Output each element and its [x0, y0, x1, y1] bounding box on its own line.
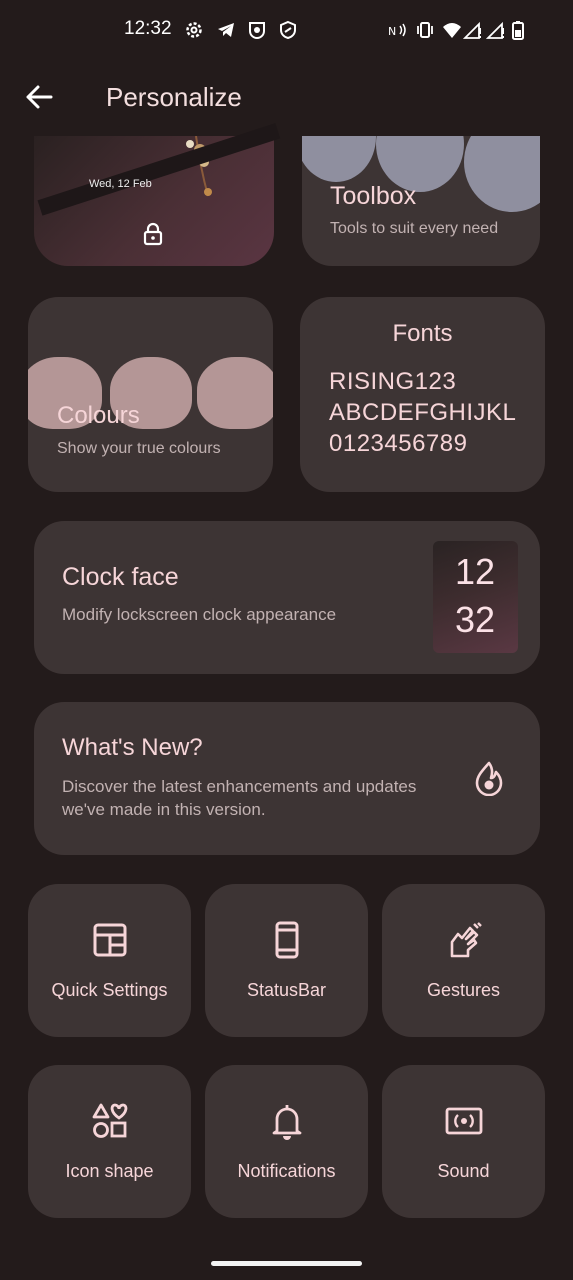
gesture-navigation-bar[interactable]	[211, 1261, 362, 1266]
clock-preview-minute: 32	[455, 599, 496, 640]
tile-label: Icon shape	[65, 1161, 154, 1181]
fonts-sample-line: RISING123	[329, 368, 457, 395]
toolbox-shape	[464, 136, 540, 212]
telegram-icon	[218, 23, 234, 37]
shield-icon	[280, 20, 296, 40]
app-icon	[249, 22, 265, 39]
phone-icon	[275, 921, 299, 959]
status-time: 12:32	[124, 18, 172, 39]
quick-settings-icon	[93, 923, 127, 957]
clock-preview-hour: 12	[455, 551, 496, 592]
colours-title: Colours	[57, 402, 140, 429]
vibrate-icon	[417, 22, 433, 38]
fonts-sample-line: 0123456789	[329, 430, 468, 457]
clock-face-title: Clock face	[62, 563, 179, 591]
toolbox-shape	[302, 136, 376, 182]
battery-icon	[512, 21, 524, 40]
clock-preview-thumbnail: 12 32	[433, 541, 518, 653]
speaker-icon	[445, 1107, 483, 1135]
tile-label: Quick Settings	[51, 980, 168, 1000]
bell-icon	[272, 1105, 302, 1140]
nfc-icon: N	[388, 23, 406, 38]
tile-quick-settings[interactable]: Quick Settings	[28, 884, 191, 1037]
status-bar: 12:32 N	[0, 0, 573, 58]
tile-label: Sound	[437, 1161, 490, 1181]
colours-card[interactable]	[28, 297, 273, 492]
whats-new-subtitle: Discover the latest enhancements and upd…	[62, 777, 417, 819]
gesture-hand-icon	[450, 922, 482, 958]
tile-gestures[interactable]: Gestures	[382, 884, 545, 1037]
wifi-icon	[443, 23, 461, 38]
tile-icon-shape[interactable]: Icon shape	[28, 1065, 191, 1218]
settings-icon	[186, 22, 202, 38]
page-title: Personalize	[106, 82, 242, 112]
tile-statusbar[interactable]: StatusBar	[205, 884, 368, 1037]
fonts-title: Fonts	[392, 320, 453, 347]
lock-icon	[143, 222, 163, 246]
tile-label: Gestures	[426, 980, 501, 1000]
fonts-sample-line: ABCDEFGHIJKL	[329, 399, 517, 426]
whats-new-title: What's New?	[62, 734, 203, 761]
colours-subtitle: Show your true colours	[57, 440, 221, 457]
colour-swatch	[197, 357, 273, 429]
tile-label: StatusBar	[246, 980, 327, 1000]
lockscreen-date: Wed, 12 Feb	[89, 178, 152, 190]
tile-label: Notifications	[237, 1161, 336, 1181]
fire-icon	[475, 761, 503, 796]
svg-text:N: N	[388, 25, 396, 38]
back-arrow-icon[interactable]	[24, 84, 54, 110]
clock-face-subtitle: Modify lockscreen clock appearance	[62, 605, 337, 624]
shapes-icon	[92, 1103, 128, 1138]
toolbox-subtitle: Tools to suit every need	[330, 220, 499, 237]
tile-sound[interactable]: Sound	[382, 1065, 545, 1218]
signal-icon-2	[486, 21, 504, 39]
tile-notifications[interactable]: Notifications	[205, 1065, 368, 1218]
toolbox-title: Toolbox	[330, 182, 417, 210]
signal-icon	[463, 21, 481, 39]
